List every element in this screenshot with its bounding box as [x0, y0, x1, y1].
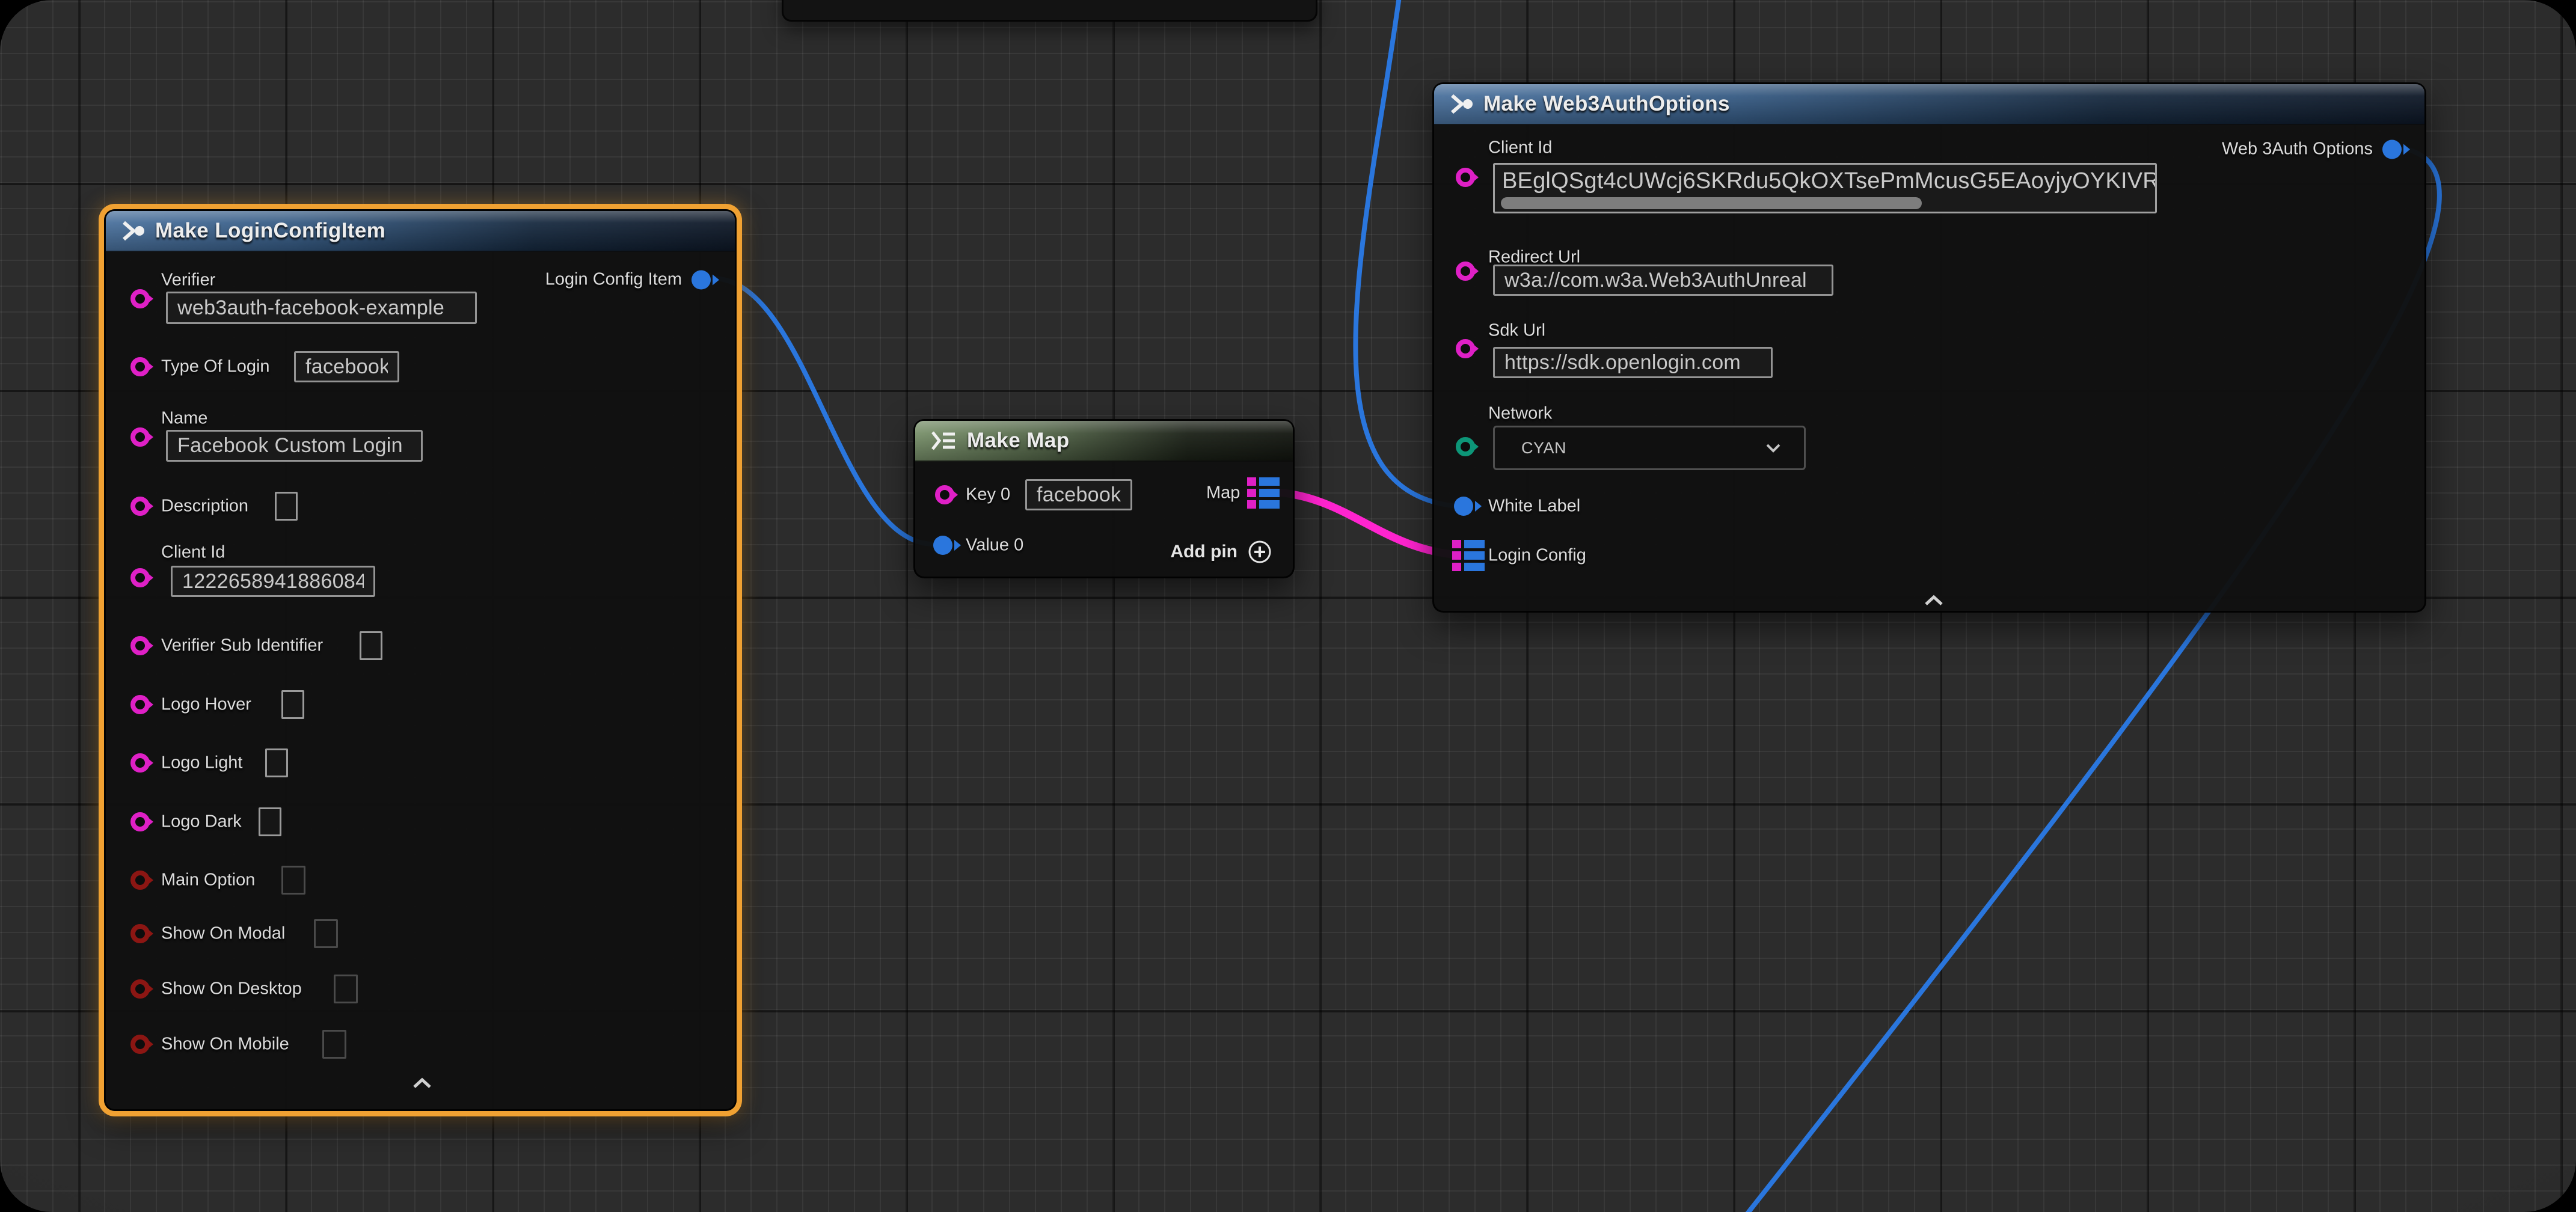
value0-pin[interactable] [933, 536, 952, 555]
pin-label: Client Id [1488, 138, 1552, 158]
pin-label: Verifier Sub Identifier [161, 636, 323, 656]
logo-dark-pin[interactable] [130, 812, 150, 831]
node-title: Make Map [967, 429, 1069, 453]
main-option-pin[interactable] [130, 871, 150, 890]
make-struct-icon [1447, 93, 1474, 115]
pin-label: White Label [1488, 497, 1580, 516]
pin-label: Description [161, 497, 248, 516]
logo-light-pin[interactable] [130, 753, 150, 773]
node-header-make-web3authoptions[interactable]: Make Web3AuthOptions [1434, 84, 2424, 125]
pin-label: Name [161, 409, 207, 429]
verifier-sub-identifier-pin[interactable] [130, 636, 150, 655]
network-dropdown[interactable]: CYAN [1493, 426, 1806, 470]
pin-label: Show On Desktop [161, 979, 302, 999]
client-id-hscrollbar[interactable] [1501, 197, 1922, 209]
make-map-icon [928, 429, 957, 452]
verifier-pin[interactable] [130, 289, 150, 308]
show-on-mobile-pin[interactable] [130, 1035, 150, 1054]
redirect-url-input[interactable] [1493, 265, 1833, 296]
main-option-checkbox[interactable] [281, 866, 305, 895]
pin-label: Logo Dark [161, 812, 242, 832]
network-selected-value: CYAN [1521, 439, 1566, 458]
blueprint-graph-canvas[interactable]: Make LoginConfigItem Login Config Item V… [0, 0, 2576, 1212]
chevron-down-icon [1764, 442, 1782, 453]
verifier-sub-identifier-input[interactable] [360, 631, 382, 660]
sdk-url-pin[interactable] [1456, 339, 1475, 358]
pin-label: Logo Hover [161, 695, 251, 715]
network-pin[interactable] [1456, 437, 1475, 456]
show-on-desktop-checkbox[interactable] [334, 975, 358, 1003]
client-id-pin[interactable] [1456, 168, 1475, 187]
key0-pin[interactable] [935, 485, 954, 504]
pin-label: Sdk Url [1488, 321, 1545, 341]
show-on-modal-pin[interactable] [130, 924, 150, 943]
offscreen-node-partial[interactable] [782, 0, 1317, 22]
logo-hover-pin[interactable] [130, 695, 150, 714]
logo-dark-input[interactable] [259, 807, 281, 836]
description-input[interactable] [275, 492, 298, 521]
pin-label: Type Of Login [161, 357, 270, 377]
key0-input[interactable] [1025, 479, 1132, 510]
type-of-login-input[interactable] [294, 351, 399, 382]
collapse-chevron-icon[interactable] [1922, 593, 1946, 607]
pin-label: Show On Modal [161, 924, 285, 944]
description-pin[interactable] [130, 497, 150, 516]
node-make-loginconfigitem[interactable]: Make LoginConfigItem Login Config Item V… [104, 209, 737, 1111]
web3auth-options-output-pin[interactable] [2382, 139, 2402, 159]
login-config-item-output-pin[interactable] [692, 270, 711, 289]
collapse-chevron-icon[interactable] [410, 1076, 434, 1090]
client-id-input[interactable] [171, 566, 375, 597]
node-make-map[interactable]: Make Map Key 0 Map Value 0 Add pin [913, 419, 1295, 578]
pin-label: Main Option [161, 871, 255, 890]
name-input[interactable] [166, 430, 423, 462]
pin-label: Client Id [161, 543, 225, 563]
login-config-pin[interactable] [1452, 540, 1485, 571]
name-pin[interactable] [130, 427, 150, 447]
pin-row-login-config-item-out: Login Config Item [545, 270, 711, 290]
white-label-pin[interactable] [1454, 497, 1473, 516]
verifier-input[interactable] [166, 292, 477, 324]
logo-hover-input[interactable] [281, 690, 304, 719]
pin-label: Key 0 [966, 485, 1010, 505]
type-of-login-pin[interactable] [130, 357, 150, 376]
show-on-modal-checkbox[interactable] [314, 919, 338, 948]
add-pin-icon [1247, 539, 1272, 565]
node-header-make-loginconfigitem[interactable]: Make LoginConfigItem [106, 211, 735, 252]
map-output-pin[interactable] [1247, 477, 1280, 509]
pin-label: Web 3Auth Options [2222, 139, 2373, 159]
add-pin-label: Add pin [1170, 542, 1237, 562]
node-title: Make Web3AuthOptions [1483, 92, 1730, 116]
redirect-url-pin[interactable] [1456, 262, 1475, 281]
pin-label: Login Config Item [545, 270, 682, 290]
client-id-text: BEglQSgt4cUWcj6SKRdu5QkOXTsePmMcusG5EAoy… [1502, 168, 2151, 194]
show-on-desktop-pin[interactable] [130, 979, 150, 999]
client-id-input[interactable]: BEglQSgt4cUWcj6SKRdu5QkOXTsePmMcusG5EAoy… [1493, 163, 2157, 213]
show-on-mobile-checkbox[interactable] [322, 1030, 346, 1059]
sdk-url-input[interactable] [1493, 347, 1773, 378]
make-struct-icon [119, 219, 146, 242]
pin-label: Network [1488, 404, 1552, 424]
pin-label: Login Config [1488, 546, 1586, 566]
node-header-make-map[interactable]: Make Map [915, 421, 1293, 462]
pin-row-web3auth-options-out: Web 3Auth Options [2222, 139, 2402, 159]
client-id-pin[interactable] [130, 568, 150, 587]
node-make-web3authoptions[interactable]: Make Web3AuthOptions Web 3Auth Options C… [1432, 82, 2426, 613]
wire-login-config-item-to-value0[interactable] [713, 278, 933, 544]
pin-label: Map [1206, 483, 1240, 503]
add-pin-button[interactable]: Add pin [1170, 539, 1272, 565]
pin-label: Show On Mobile [161, 1035, 289, 1054]
pin-label: Value 0 [966, 536, 1023, 556]
logo-light-input[interactable] [265, 748, 288, 777]
pin-label: Verifier [161, 271, 215, 290]
pin-label: Logo Light [161, 753, 242, 773]
node-title: Make LoginConfigItem [155, 219, 385, 243]
